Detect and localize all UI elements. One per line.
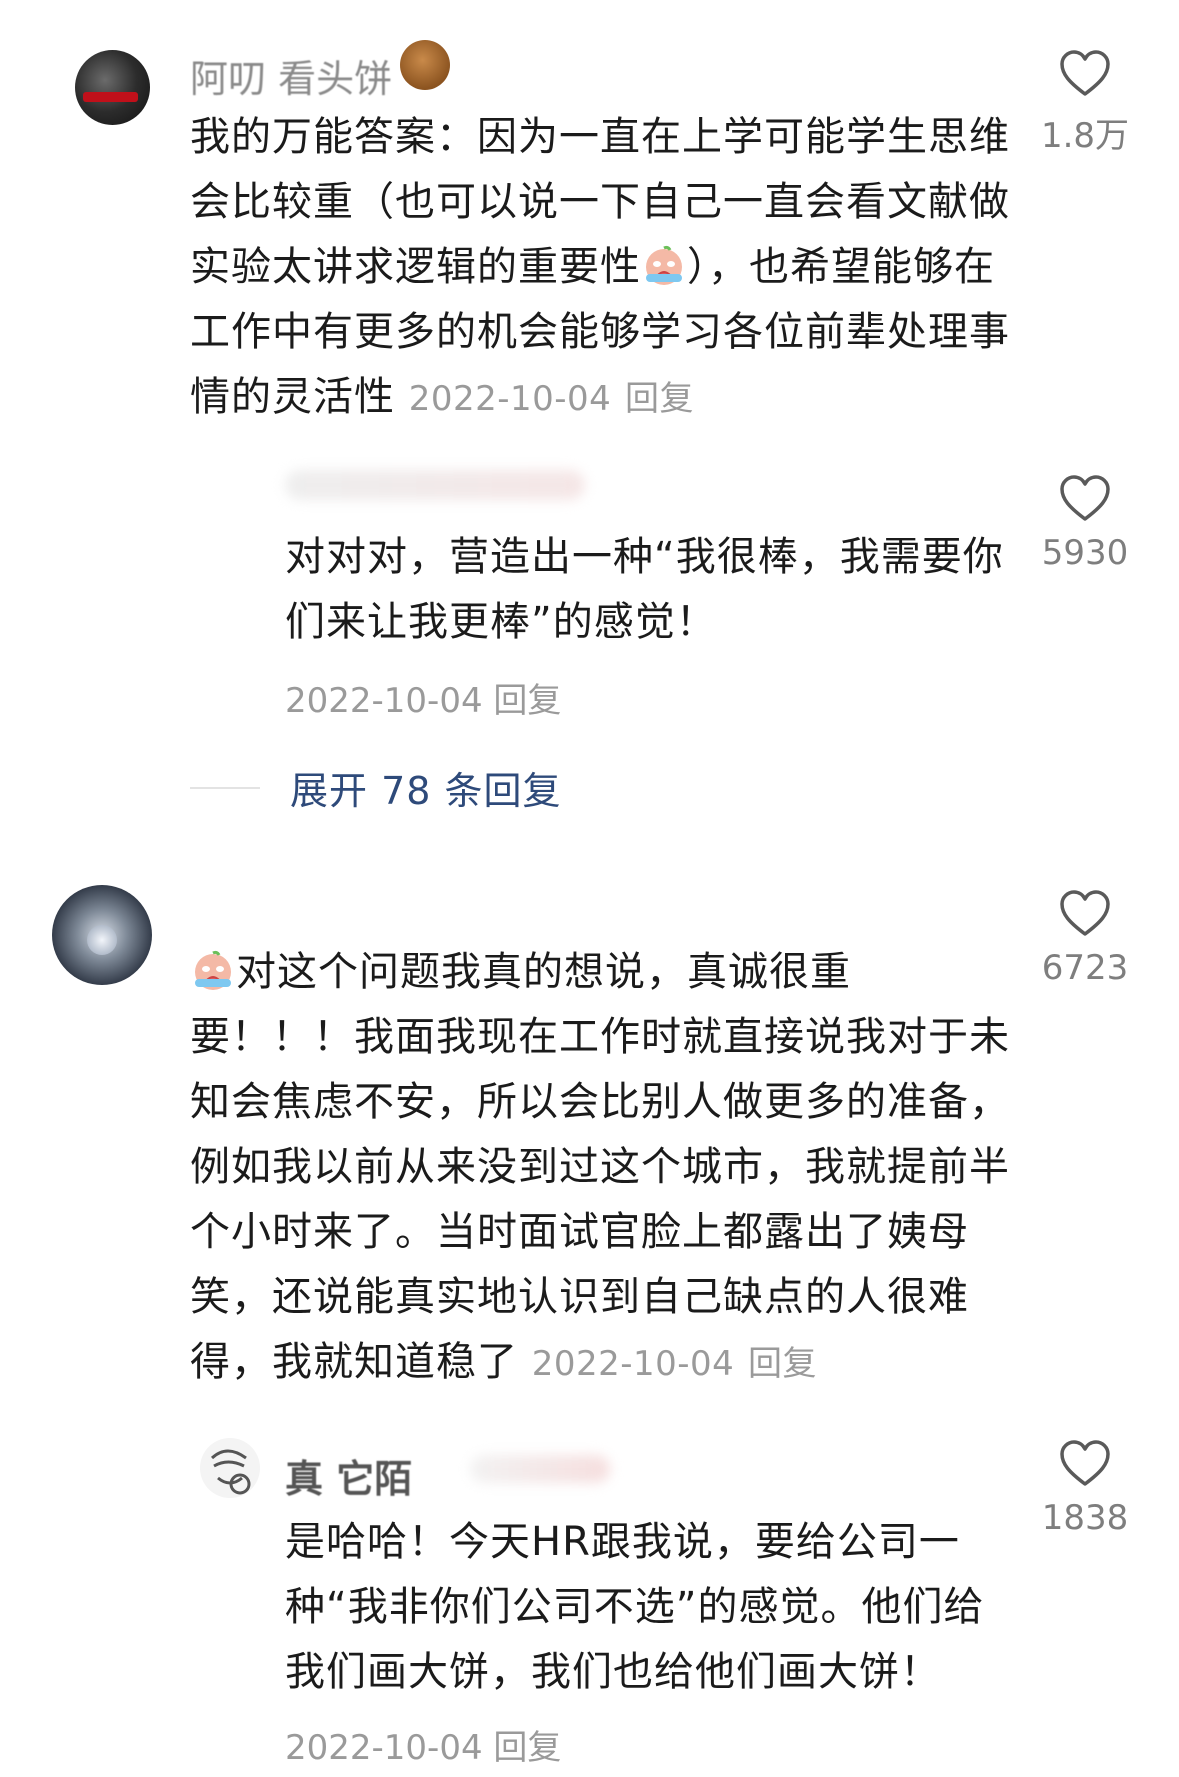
username-sticker-icon: [400, 40, 450, 90]
comment-body: 对对对，营造出一种“我很棒，我需要你们来让我更棒”的感觉！: [285, 534, 1004, 645]
heart-outline-icon: [1060, 1440, 1110, 1486]
like-button[interactable]: 6723: [1025, 890, 1145, 988]
divider: [190, 786, 260, 789]
comment-body: 我的万能答案：因为一直在上学可能学生思维会比较重（也可以说一下自己一直会看文献做…: [190, 114, 1010, 420]
comment-date: 2022-10-04: [285, 1728, 483, 1768]
expand-replies-button[interactable]: 展开 78 条回复: [190, 760, 562, 815]
comment-date: 2022-10-04: [531, 1344, 735, 1384]
comment-date: 2022-10-04: [285, 681, 483, 721]
blurred-username: [285, 470, 585, 500]
like-button[interactable]: 1838: [1025, 1440, 1145, 1538]
comment-meta: 2022-10-04 回复: [285, 673, 561, 722]
username[interactable]: 真 它陌: [285, 1448, 412, 1503]
reply-button[interactable]: 回复: [625, 379, 694, 419]
username[interactable]: 阿叨 看头饼: [190, 48, 392, 103]
avatar[interactable]: [75, 50, 150, 125]
comment-body: 对这个问题我真的想说，真诚很重要！！！我面我现在工作时就直接说我对于未知会焦虑不…: [190, 947, 1010, 1385]
crying-face-emoji-icon: [641, 242, 687, 288]
expand-replies-label: 展开 78 条回复: [290, 769, 562, 813]
like-count: 6723: [1041, 948, 1129, 988]
comment-meta: 2022-10-04 回复: [285, 1720, 561, 1769]
like-count: 5930: [1041, 533, 1129, 573]
crying-face-emoji-icon: [190, 947, 236, 993]
reply-button[interactable]: 回复: [748, 1344, 817, 1384]
reply-button[interactable]: 回复: [493, 681, 561, 721]
avatar[interactable]: [52, 885, 152, 985]
reply-button[interactable]: 回复: [493, 1728, 561, 1768]
heart-outline-icon: [1060, 890, 1110, 936]
comment-body: 是哈哈！今天HR跟我说，要给公司一种“我非你们公司不选”的感觉。他们给我们画大饼…: [285, 1519, 985, 1695]
like-count: 1838: [1041, 1498, 1129, 1538]
like-button[interactable]: 5930: [1025, 475, 1145, 573]
avatar[interactable]: [200, 1438, 260, 1498]
heart-outline-icon: [1060, 475, 1110, 521]
comment-date: 2022-10-04: [408, 379, 612, 419]
like-button[interactable]: 1.8万: [1025, 50, 1145, 157]
blurred-username: [470, 1455, 610, 1483]
heart-outline-icon: [1060, 50, 1110, 96]
like-count: 1.8万: [1040, 116, 1130, 156]
